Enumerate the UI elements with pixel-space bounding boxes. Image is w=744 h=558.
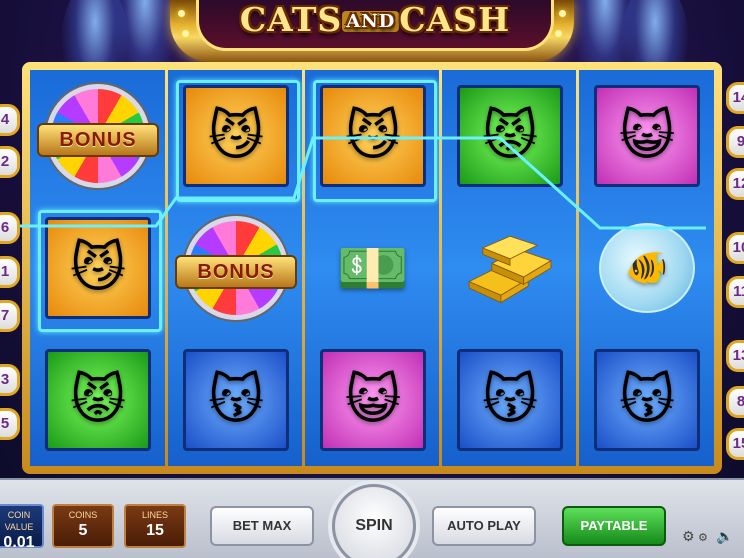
spin-button[interactable]: SPIN [332,484,416,558]
speaker-icon[interactable]: 🔈 [716,528,733,545]
lines-value: 15 [146,522,164,539]
bet-max-button[interactable]: BET MAX [210,506,314,546]
lines-panel[interactable]: LINES 15 [124,504,186,548]
coins-label: COINS [68,510,98,520]
gear-icon[interactable]: ⚙ [698,531,708,544]
coin-value-panel[interactable]: COIN VALUE 0.01 [0,504,44,551]
payline-marker-left[interactable]: 2 [0,146,20,178]
payline-marker-right[interactable]: 13 [726,340,744,372]
payline-marker-left[interactable]: 4 [0,104,20,136]
payline-marker-right[interactable]: 14 [726,82,744,114]
paytable-button[interactable]: PAYTABLE [562,506,666,546]
coin-value-label: COIN VALUE [4,510,34,532]
payline-marker-right[interactable]: 15 [726,428,744,460]
payline-6 [6,136,706,230]
gear-icon[interactable]: ⚙ [682,528,695,545]
coins-panel[interactable]: COINS 5 [52,504,114,548]
payline-marker-left[interactable]: 6 [0,212,20,244]
coins-value: 5 [78,522,88,539]
payline-marker-left[interactable]: 7 [0,300,20,332]
payline-marker-left[interactable]: 1 [0,256,20,288]
payline-marker-right[interactable]: 10 [726,232,744,264]
auto-play-button[interactable]: AUTO PLAY [432,506,536,546]
payline-marker-right[interactable]: 11 [726,276,744,308]
coin-value: 0.01 [3,534,35,551]
game-stage: CATS AND CASH BONUS 😼 😾 😼 BONUS 😽 😼 💵 😺 … [0,0,744,558]
payline-marker-right[interactable]: 9 [726,126,744,158]
payline-marker-left[interactable]: 3 [0,364,20,396]
payline-path [6,136,706,230]
payline-marker-right[interactable]: 8 [726,386,744,418]
payline-marker-left[interactable]: 5 [0,408,20,440]
lines-label: LINES [141,510,168,520]
payline-marker-right[interactable]: 12 [726,168,744,200]
